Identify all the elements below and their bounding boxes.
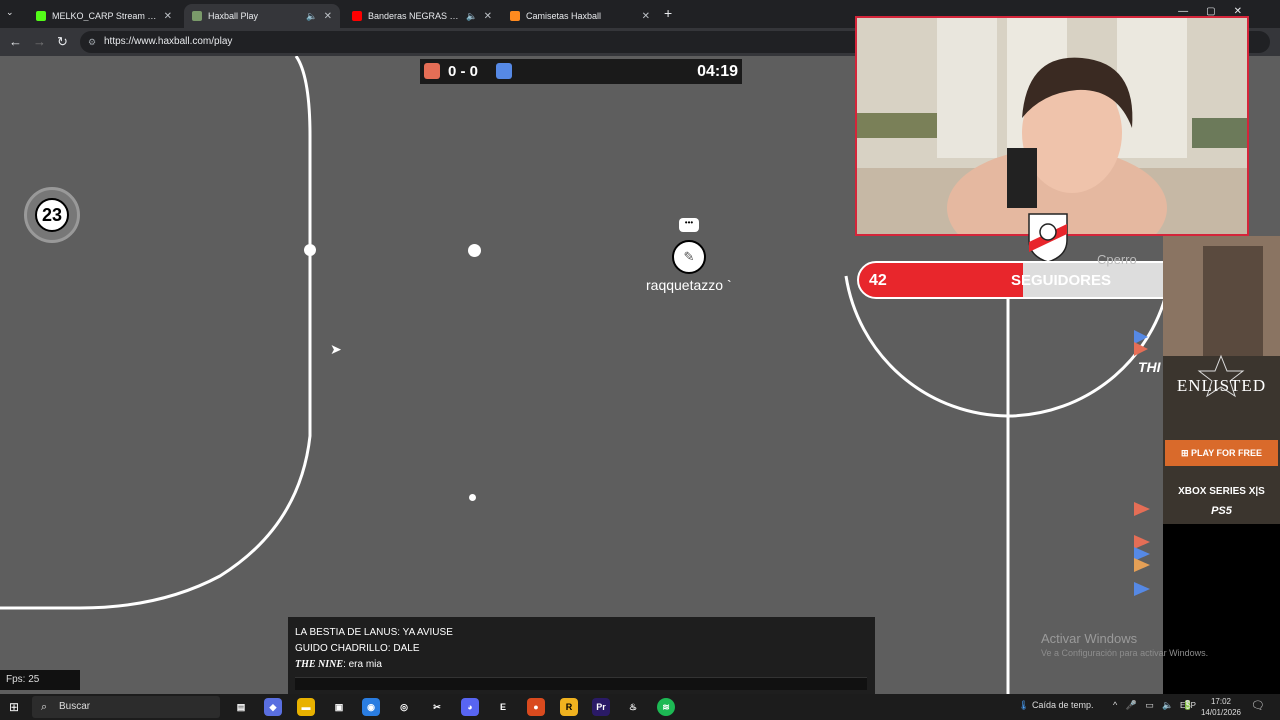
- xbox-label: XBOX SERIES X|S: [1178, 486, 1265, 497]
- chat-message: LA BESTIA DE LANUS: YA AVIUSE: [295, 627, 453, 638]
- red-team-indicator: [424, 63, 440, 79]
- taskbar-clock[interactable]: 17:02 14/01/2026: [1200, 696, 1242, 718]
- weather-widget[interactable]: 🌡 Caída de temp.: [1018, 700, 1093, 711]
- epic-games-icon[interactable]: E: [494, 698, 512, 716]
- spotify-icon[interactable]: ≋: [657, 698, 675, 716]
- rockstar-icon[interactable]: R: [560, 698, 578, 716]
- chat-panel: LA BESTIA DE LANUS: YA AVIUSE GUIDO CHAD…: [288, 617, 875, 694]
- mouse-cursor-icon: ➤: [330, 341, 342, 357]
- file-explorer-icon[interactable]: ▬: [297, 698, 315, 716]
- score-text: 0 - 0: [448, 63, 479, 80]
- webcam-feed: [857, 18, 1247, 234]
- close-icon[interactable]: ✕: [484, 11, 492, 22]
- tab-melko-stream[interactable]: MELKO_CARP Stream - Watch L ✕: [28, 4, 180, 28]
- activate-windows-title: Activar Windows: [1041, 631, 1138, 646]
- match-timer: 04:19: [697, 63, 738, 80]
- followers-label: SEGUIDORES: [1011, 272, 1112, 289]
- new-tab-button[interactable]: +: [664, 5, 672, 21]
- forward-arrow-icon[interactable]: →: [33, 34, 46, 49]
- tab-search-icon[interactable]: ⌄: [6, 7, 14, 18]
- capcut-icon[interactable]: ✂: [428, 698, 446, 716]
- blue-team-indicator: [496, 63, 512, 79]
- ball: [468, 244, 481, 257]
- chat-message: THE NINE: era mia: [295, 659, 382, 670]
- store-icon[interactable]: ▣: [330, 698, 348, 716]
- close-icon[interactable]: ✕: [164, 11, 172, 22]
- haxball-icon: [192, 11, 202, 21]
- windows-icon: ⊞: [1180, 448, 1192, 458]
- language-indicator[interactable]: ESP: [1180, 701, 1196, 710]
- copilot-icon[interactable]: ◆: [264, 698, 282, 716]
- windows-start-icon[interactable]: ⊞: [9, 700, 19, 714]
- discord-icon[interactable]: ◕: [461, 698, 479, 716]
- search-icon: ⌕: [41, 701, 48, 713]
- obs-icon[interactable]: ◎: [395, 698, 413, 716]
- taskbar-search[interactable]: ⌕ Buscar: [32, 696, 220, 718]
- play-for-free-button[interactable]: ⊞ PLAY FOR FREE: [1165, 440, 1278, 466]
- enlisted-ad[interactable]: ENLISTED ⊞ PLAY FOR FREE XBOX SERIES X|S…: [1163, 236, 1280, 524]
- site-info-icon[interactable]: ⚙: [88, 31, 96, 53]
- player-name: raqquetazzo `: [646, 277, 732, 293]
- other-player-name: Cperro: [1097, 252, 1137, 267]
- chat-input[interactable]: [295, 677, 867, 690]
- steam-icon[interactable]: ♨: [624, 698, 642, 716]
- webcam-overlay: [855, 16, 1249, 236]
- player-disc-raqquetazzo: ✎: [672, 240, 706, 274]
- speaker-icon[interactable]: 🔈: [466, 11, 477, 22]
- tab-camisetas[interactable]: Camisetas Haxball ✕: [502, 4, 658, 28]
- windows-taskbar: ⊞ ⌕ Buscar ▤ ◆ ▬ ▣ ◉ ◎ ✂ ◕ E ● R Pr ♨ ≋ …: [0, 694, 1280, 720]
- notification-icon[interactable]: 🗨: [1251, 699, 1265, 712]
- chat-message: GUIDO CHADRILLO: DALE: [295, 643, 420, 654]
- tab-banderas[interactable]: Banderas NEGRAS Parlante 🔈 ✕: [344, 4, 500, 28]
- feather-icon: ✎: [683, 249, 695, 264]
- ad-title: ENLISTED: [1176, 376, 1267, 395]
- player-number: 23: [35, 198, 69, 232]
- chrome-icon[interactable]: ◉: [362, 698, 380, 716]
- ad-black-area: [1163, 524, 1280, 694]
- red-flag-icon: [1134, 502, 1150, 516]
- thermometer-icon: 🌡: [1018, 700, 1032, 710]
- tab-haxball-play[interactable]: Haxball Play 🔈 ✕: [184, 4, 340, 28]
- youtube-icon: [352, 11, 362, 21]
- reload-icon[interactable]: ↻: [57, 34, 68, 50]
- close-icon[interactable]: ✕: [642, 11, 650, 22]
- scoreboard: 0 - 0 04:19: [420, 59, 742, 84]
- followers-current: 42: [869, 272, 887, 289]
- speaker-icon[interactable]: 🔈: [306, 11, 317, 22]
- riot-icon[interactable]: ●: [527, 698, 545, 716]
- player-disc-23: 23: [24, 187, 80, 243]
- activate-windows-subtitle: Ve a Configuración para activar Windows.: [1041, 648, 1209, 658]
- back-arrow-icon[interactable]: ←: [9, 34, 22, 49]
- orange-flag-icon: [1134, 558, 1150, 572]
- ps5-label: PS5: [1211, 505, 1232, 517]
- team-flags: [1134, 330, 1164, 600]
- task-view-icon[interactable]: ▤: [232, 698, 250, 716]
- blogger-icon: [510, 11, 520, 21]
- fps-counter: Fps: 25: [0, 670, 80, 690]
- kick-icon: [36, 11, 46, 21]
- url-text: https://www.haxball.com/play: [104, 36, 233, 47]
- blue-flag-icon: [1134, 582, 1150, 596]
- chat-bubble-icon: •••: [679, 218, 699, 232]
- premiere-icon[interactable]: Pr: [592, 698, 610, 716]
- small-ball: [469, 494, 476, 501]
- close-icon[interactable]: ✕: [324, 11, 332, 22]
- river-plate-crest-icon: [1028, 213, 1068, 263]
- red-flag-icon: [1134, 342, 1148, 356]
